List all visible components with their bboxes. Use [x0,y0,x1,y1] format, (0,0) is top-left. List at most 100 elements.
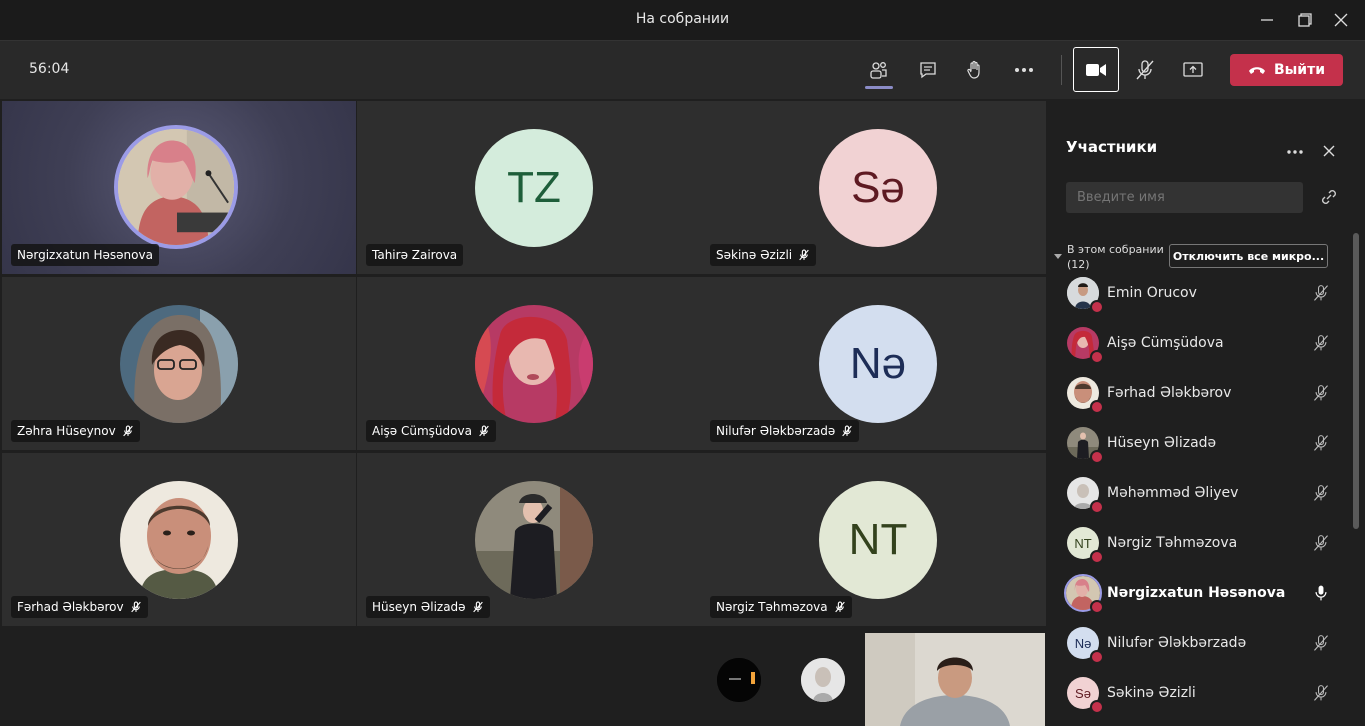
chevron-down-icon [1054,254,1062,259]
minimize-icon [1261,19,1273,21]
participant-row[interactable]: Hüseyn Əlizadə [1046,418,1351,468]
video-tile[interactable]: TZ Tahirə Zairova [357,101,711,274]
toolbar-divider [1061,55,1062,85]
camera-icon [1086,63,1106,76]
video-tile[interactable]: Nərgizxatun Həsənova [2,101,356,274]
participant-initials-avatar: NT [819,481,937,599]
mic-off-icon [479,425,489,437]
participant-row[interactable]: Məhəmməd Əliyev [1046,468,1351,518]
participant-row[interactable]: Fərhad Ələkbərov [1046,368,1351,418]
video-tile[interactable]: Hüseyn Əlizadə [357,453,711,626]
mic-off-icon [799,249,809,261]
busy-status-dot [1090,400,1104,414]
participant-photo [120,481,238,599]
participant-name-label: Tahirə Zairova [366,244,464,266]
more-icon [1015,68,1033,72]
busy-status-dot [1090,550,1104,564]
participant-name: Fərhad Ələkbərov [1107,385,1232,401]
participants-button[interactable] [862,53,896,89]
link-icon [1322,190,1336,204]
leave-label: Выйти [1273,62,1326,78]
close-window-button[interactable] [1318,0,1364,40]
participants-icon [870,62,887,79]
video-tile[interactable]: Fərhad Ələkbərov [2,453,356,626]
participant-photo [120,305,238,423]
participant-photo [475,305,593,423]
mic-off-icon [1136,60,1154,80]
participant-initials-avatar: Sə [819,129,937,247]
overflow-participant-avatar[interactable] [801,658,845,702]
participant-name-label: Nərgizxatun Həsənova [11,244,159,266]
busy-status-dot [1090,700,1104,714]
participant-row[interactable]: Emin Orucov [1046,268,1351,318]
participant-search-input[interactable] [1066,182,1303,213]
meeting-timer: 56:04 [29,61,70,77]
participant-name: Nərgiz Təhməzova [1107,535,1238,551]
panel-title: Участники [1066,138,1158,156]
participant-name: Emin Orucov [1107,285,1197,301]
participant-photo [475,481,593,599]
participant-name-label: Səkinə Əzizli [710,244,817,266]
participant-row[interactable]: Nə Nilufər Ələkbərzadə [1046,618,1351,668]
more-icon [1287,150,1303,154]
leave-button[interactable]: Выйти [1230,54,1343,86]
participant-name-label: Nərgiz Təhməzova [710,596,852,618]
share-screen-button[interactable] [1176,53,1210,87]
chat-button[interactable] [911,53,945,87]
self-view-video[interactable] [865,633,1045,726]
panel-scrollbar[interactable] [1353,233,1359,529]
participant-row[interactable]: NT Nərgiz Təhməzova [1046,518,1351,568]
mic-off-icon [1311,683,1331,703]
mic-off-icon [122,425,133,437]
hangup-icon [1248,67,1265,74]
participant-photo [114,125,238,249]
mic-off-icon [1311,533,1331,553]
mic-toggle-button[interactable] [1128,53,1162,87]
mic-off-icon [1311,483,1331,503]
participant-initials-avatar: Nə [819,305,937,423]
more-actions-button[interactable] [1007,53,1041,87]
busy-status-dot [1090,600,1104,614]
participant-name: Hüseyn Əlizadə [1107,435,1217,451]
participants-panel: Участники В этом собрании (12) Отключить… [1046,100,1365,726]
video-tile[interactable]: NT Nərgiz Təhməzova [701,453,1055,626]
panel-more-button[interactable] [1286,140,1304,159]
share-invite-button[interactable] [1320,189,1338,209]
restore-icon [1298,13,1312,27]
section-label: В этом собрании [1067,243,1164,256]
close-icon [1334,13,1348,27]
camera-toggle-button[interactable] [1073,47,1119,92]
mic-off-icon [842,425,853,437]
participant-name-label: Fərhad Ələkbərov [11,596,148,618]
title-bar: На собрании [0,0,1365,41]
participant-name: Aişə Cümşüdova [1107,335,1224,351]
busy-status-dot [1090,650,1104,664]
participant-name: Nilufər Ələkbərzadə [1107,635,1247,651]
video-tile[interactable]: Zəhra Hüseynov [2,277,356,450]
chat-icon [920,62,936,79]
participant-row[interactable]: Nərgizxatun Həsənova [1046,568,1351,618]
overflow-participant-avatar[interactable] [717,658,761,702]
panel-close-button[interactable] [1322,143,1336,162]
participant-row[interactable]: Sə Səkinə Əzizli [1046,668,1351,718]
video-tile[interactable]: Sə Səkinə Əzizli [701,101,1055,274]
mic-off-icon [1311,383,1331,403]
participant-initials-avatar: TZ [475,129,593,247]
raise-hand-button[interactable] [958,53,992,87]
participant-name: Səkinə Əzizli [1107,685,1196,701]
participant-row[interactable]: Aişə Cümşüdova [1046,318,1351,368]
mic-on-icon [1311,583,1331,603]
busy-status-dot [1090,500,1104,514]
mic-off-icon [1311,633,1331,653]
participant-name: Məhəmməd Əliyev [1107,485,1239,501]
share-icon [1183,62,1203,77]
mute-all-button[interactable]: Отключить все микро... [1169,244,1328,268]
participant-name-label: Nilufər Ələkbərzadə [710,420,860,442]
window-title: На собрании [635,11,730,27]
close-icon [1323,145,1335,157]
mic-off-icon [1311,283,1331,303]
video-tile[interactable]: Aişə Cümşüdova [357,277,711,450]
mic-off-icon [1311,333,1331,353]
busy-status-dot [1090,350,1104,364]
video-tile[interactable]: Nə Nilufər Ələkbərzadə [701,277,1055,450]
